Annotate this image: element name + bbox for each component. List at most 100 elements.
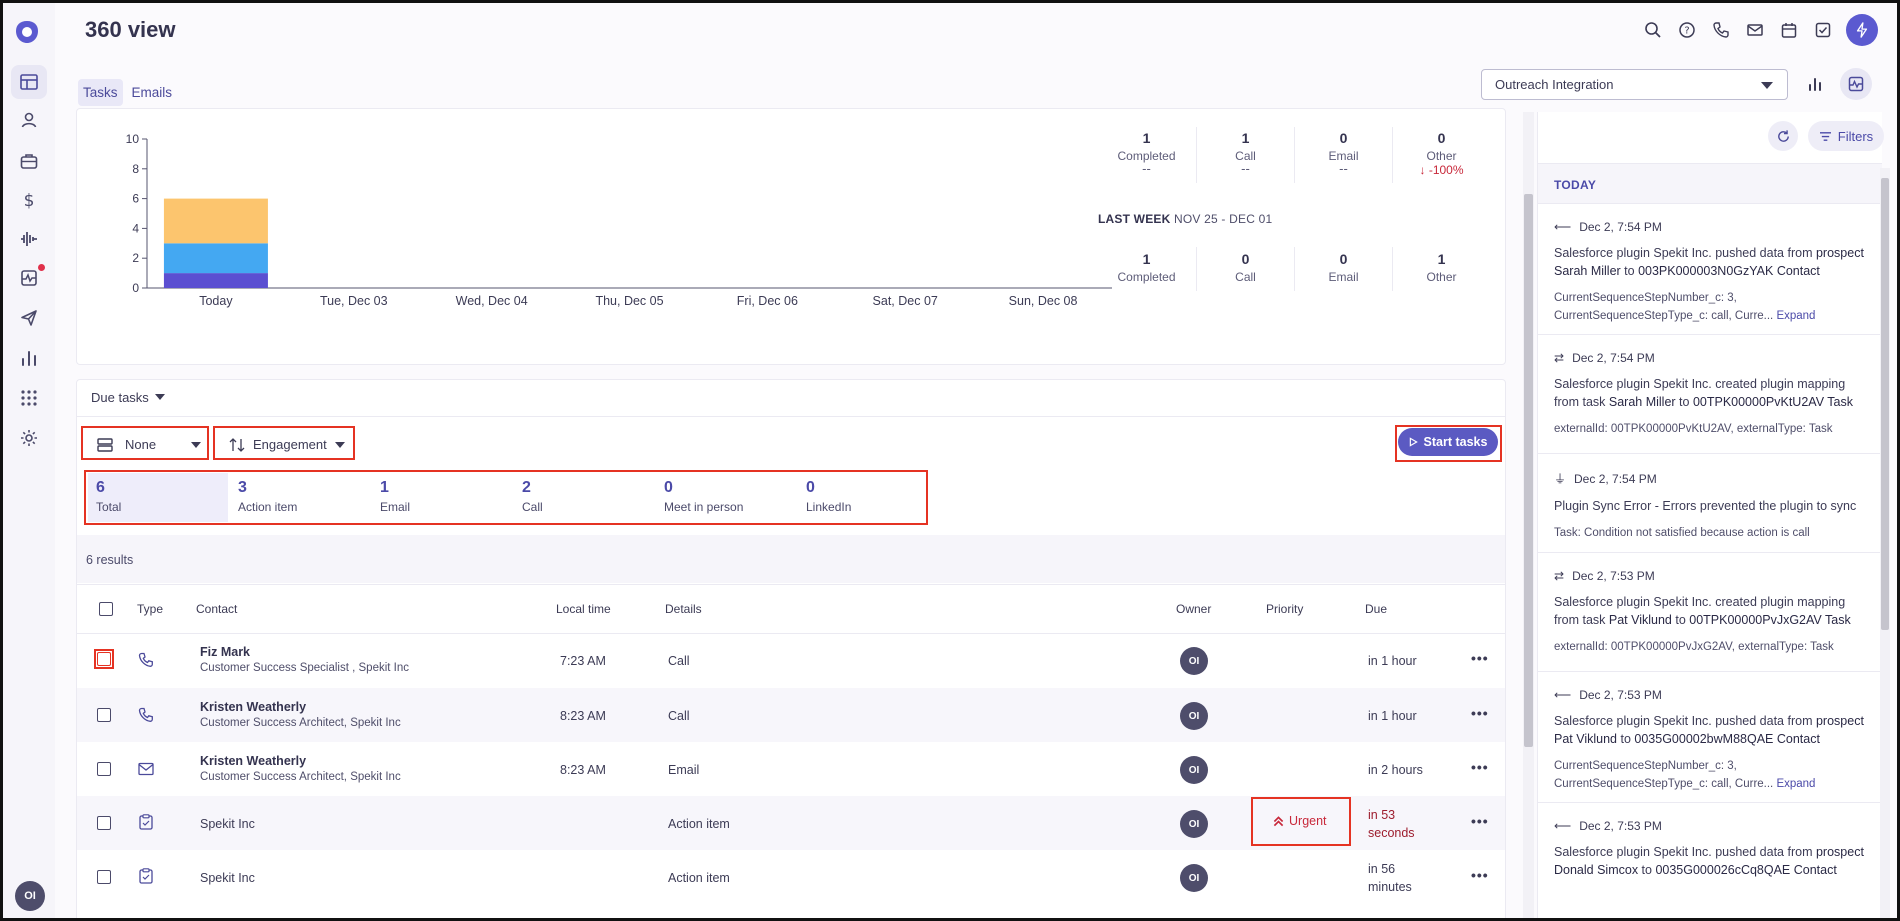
task-checklist-icon[interactable] xyxy=(1806,15,1840,45)
count-call[interactable]: 2 Call xyxy=(514,473,654,522)
more-options-icon[interactable]: ••• xyxy=(1471,813,1489,829)
arrow-left-icon: ⟵ xyxy=(1554,688,1572,702)
col-due[interactable]: Due xyxy=(1365,602,1387,616)
activity-scrollbar[interactable] xyxy=(1880,168,1890,920)
count-action-item[interactable]: 3 Action item xyxy=(230,473,370,522)
refresh-icon[interactable] xyxy=(1768,121,1798,151)
outreach-logo-icon[interactable] xyxy=(14,19,40,45)
contact-cell[interactable]: Kristen Weatherly Customer Success Archi… xyxy=(200,754,401,783)
activity-panel-icon[interactable] xyxy=(1840,68,1872,100)
due-tasks-dropdown[interactable]: Due tasks xyxy=(91,390,165,405)
row-checkbox[interactable] xyxy=(97,652,111,666)
chart-view-icon[interactable] xyxy=(1799,68,1831,100)
tab-tasks[interactable]: Tasks xyxy=(78,79,123,106)
count-linkedin[interactable]: 0 LinkedIn xyxy=(798,473,938,522)
col-contact[interactable]: Contact xyxy=(196,602,237,616)
details[interactable]: Call xyxy=(668,709,690,723)
nav-briefcase-icon[interactable] xyxy=(11,144,47,178)
more-options-icon[interactable]: ••• xyxy=(1471,759,1489,775)
select-all-checkbox[interactable] xyxy=(99,602,113,616)
contact-cell[interactable]: Spekit Inc xyxy=(200,871,255,885)
col-local-time[interactable]: Local time xyxy=(556,602,611,616)
start-tasks-button[interactable]: Start tasks xyxy=(1398,428,1498,456)
table-row[interactable]: Fiz Mark Customer Success Specialist , S… xyxy=(77,634,1505,688)
help-icon[interactable]: ? xyxy=(1670,15,1704,45)
lw-stat-call: 0 Call xyxy=(1235,251,1256,284)
details[interactable]: Action item xyxy=(668,871,730,885)
lw-stat-completed: 1 Completed xyxy=(1117,251,1176,284)
today-label: TODAY xyxy=(1554,178,1597,192)
x-tick-label: Sun, Dec 08 xyxy=(1009,294,1078,308)
plug-icon: ⏚ xyxy=(1554,472,1567,486)
sort-by-select[interactable]: Engagement xyxy=(229,437,345,452)
nav-settings-gear-icon[interactable] xyxy=(11,421,47,455)
nav-apps-grid-icon[interactable] xyxy=(11,381,47,415)
expand-link[interactable]: Expand xyxy=(1776,310,1815,322)
table-row[interactable]: Spekit Inc Action item OI in 56 minutes •… xyxy=(77,850,1505,904)
search-icon[interactable] xyxy=(1636,15,1670,45)
activity-item[interactable]: ⟵ Dec 2, 7:53 PM Salesforce plugin Spekit… xyxy=(1538,803,1882,921)
more-options-icon[interactable]: ••• xyxy=(1471,705,1489,721)
count-email[interactable]: 1 Email xyxy=(372,473,512,522)
expand-link[interactable]: Expand xyxy=(1776,778,1815,790)
lw-stat-email: 0 Email xyxy=(1328,251,1359,284)
x-tick-label: Fri, Dec 06 xyxy=(737,294,798,308)
phone-icon[interactable] xyxy=(1704,15,1738,45)
row-checkbox[interactable] xyxy=(97,708,111,722)
page-title: 360 view xyxy=(85,17,176,42)
results-bar xyxy=(77,535,1505,583)
count-meet-in-person[interactable]: 0 Meet in person xyxy=(656,473,796,522)
details[interactable]: Action item xyxy=(668,817,730,831)
table-row[interactable]: Spekit Inc Action item OI Urgent in 53 se… xyxy=(77,796,1505,850)
details[interactable]: Email xyxy=(668,763,699,777)
activity-item[interactable]: ⇄ Dec 2, 7:54 PM Salesforce plugin Spekit… xyxy=(1538,335,1882,454)
nav-dollar-icon[interactable]: $ xyxy=(11,183,47,217)
mail-icon[interactable] xyxy=(1738,15,1772,45)
contact-cell[interactable]: Fiz Mark Customer Success Specialist , S… xyxy=(200,645,409,674)
stat-other-delta: ↓ -100% xyxy=(1419,163,1464,177)
lightning-bolt-icon[interactable] xyxy=(1846,14,1878,46)
nav-bar-chart-icon[interactable] xyxy=(11,341,47,375)
x-tick-label: Today xyxy=(199,294,233,308)
nav-waveform-icon[interactable] xyxy=(11,222,47,256)
more-options-icon[interactable]: ••• xyxy=(1471,650,1489,666)
col-details[interactable]: Details xyxy=(665,602,702,616)
calendar-icon[interactable] xyxy=(1772,15,1806,45)
col-priority[interactable]: Priority xyxy=(1266,602,1303,616)
user-avatar[interactable]: OI xyxy=(15,881,45,911)
contact-cell[interactable]: Kristen Weatherly Customer Success Archi… xyxy=(200,700,401,729)
col-owner[interactable]: Owner xyxy=(1176,602,1211,616)
x-tick-label: Tue, Dec 03 xyxy=(320,294,388,308)
col-type[interactable]: Type xyxy=(137,602,163,616)
count-total[interactable]: 6 Total xyxy=(88,473,228,522)
due: in 1 hour xyxy=(1368,709,1417,723)
activity-item[interactable]: ⇄ Dec 2, 7:53 PM Salesforce plugin Spekit… xyxy=(1538,553,1882,672)
activity-item[interactable]: ⏚ Dec 2, 7:54 PM Plugin Sync Error - Erro… xyxy=(1538,454,1882,553)
activity-item[interactable]: ⟵ Dec 2, 7:53 PM Salesforce plugin Spekit… xyxy=(1538,672,1882,803)
stat-completed: 1 Completed -- xyxy=(1117,130,1176,176)
details[interactable]: Call xyxy=(668,654,690,668)
nav-send-icon[interactable] xyxy=(11,301,47,335)
nav-360-view-icon[interactable] xyxy=(11,65,47,99)
filters-button[interactable]: Filters xyxy=(1808,121,1884,151)
table-row[interactable]: Kristen Weatherly Customer Success Archi… xyxy=(77,742,1505,796)
more-options-icon[interactable]: ••• xyxy=(1471,867,1489,883)
row-checkbox[interactable] xyxy=(97,816,111,830)
urgent-chevrons-icon xyxy=(1273,815,1284,826)
contact-cell[interactable]: Spekit Inc xyxy=(200,817,255,831)
table-row[interactable]: Kristen Weatherly Customer Success Archi… xyxy=(77,688,1505,742)
priority-urgent: Urgent xyxy=(1273,814,1327,828)
sort-arrows-icon xyxy=(229,437,245,452)
integration-select[interactable]: Outreach Integration xyxy=(1481,69,1788,100)
activity-item[interactable]: ⟵ Dec 2, 7:54 PM Salesforce plugin Spekit… xyxy=(1538,204,1882,335)
nav-person-icon[interactable] xyxy=(11,103,47,137)
main-scrollbar[interactable] xyxy=(1523,112,1534,921)
tab-emails[interactable]: Emails xyxy=(127,79,178,106)
lw-stat-other: 1 Other xyxy=(1426,251,1457,284)
view-tabs: Tasks Emails xyxy=(78,79,177,106)
row-checkbox[interactable] xyxy=(97,762,111,776)
notification-dot xyxy=(38,264,45,271)
group-by-select[interactable]: None xyxy=(97,437,201,452)
row-checkbox[interactable] xyxy=(97,870,111,884)
phone-icon xyxy=(138,707,154,728)
